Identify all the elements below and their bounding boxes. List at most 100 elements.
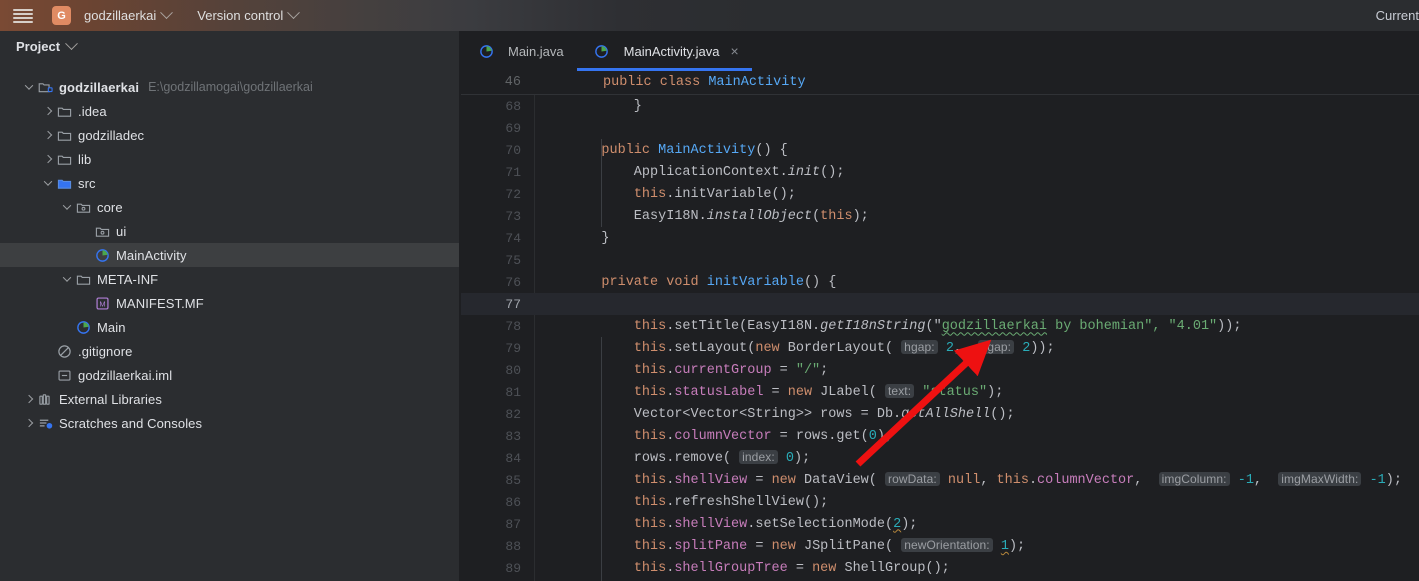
java-class-icon — [593, 44, 611, 59]
parameter-hint: vgap: — [978, 340, 1015, 354]
chevron-down-icon[interactable] — [22, 75, 36, 99]
chevron-down-icon[interactable] — [60, 267, 74, 291]
code-token: = — [771, 362, 796, 378]
code-line[interactable]: 69 — [461, 117, 1419, 139]
code-line[interactable]: 68 } — [461, 95, 1419, 117]
code-line[interactable]: 86 this.refreshShellView(); — [461, 491, 1419, 513]
tree-item-godzillaerkai[interactable]: godzillaerkai E:\godzillamogai\godzillaer… — [0, 75, 459, 99]
chevron-down-icon[interactable] — [65, 37, 78, 51]
code-line[interactable]: 83 this.columnVector = rows.get(0); — [461, 425, 1419, 447]
code-line[interactable]: 74 } — [461, 227, 1419, 249]
code-token: () { — [755, 142, 788, 158]
tree-item-lib[interactable]: lib — [0, 147, 459, 171]
folder-icon — [55, 128, 73, 143]
code-token: , — [1134, 473, 1159, 488]
project-panel-header[interactable]: Project — [0, 31, 459, 62]
code-token: } — [569, 98, 642, 114]
tree-item-label: .idea — [78, 103, 107, 119]
code-token: ); — [987, 385, 1004, 400]
code-token: this — [633, 516, 667, 532]
project-tree: godzillaerkai E:\godzillamogai\godzillaer… — [0, 75, 459, 435]
code-line[interactable]: 89 this.shellGroupTree = new ShellGroup(… — [461, 557, 1419, 579]
code-line[interactable]: 81 this.statusLabel = new JLabel( text: … — [461, 381, 1419, 403]
tree-item-scratches-and-consoles[interactable]: Scratches and Consoles — [0, 411, 459, 435]
code-token: 0 — [785, 451, 794, 466]
chevron-down-icon[interactable] — [41, 171, 55, 195]
tree-arrow-placeholder — [41, 339, 55, 363]
code-line[interactable]: 87 this.shellView.setSelectionMode(2); — [461, 513, 1419, 535]
code-token: (" — [925, 318, 942, 334]
chevron-down-icon[interactable] — [60, 195, 74, 219]
hamburger-menu-icon[interactable] — [13, 8, 33, 23]
code-token: this — [633, 186, 667, 202]
code-token: public — [601, 142, 659, 158]
code-text: public MainActivity() { — [535, 142, 788, 158]
code-token: statusLabel — [674, 385, 764, 400]
tree-item-manifest-mf[interactable]: M MANIFEST.MF — [0, 291, 459, 315]
code-line[interactable]: 73 EasyI18N.installObject(this); — [461, 205, 1419, 227]
code-line[interactable]: 88 this.splitPane = new JSplitPane( newO… — [461, 535, 1419, 557]
code-line[interactable]: 84 rows.remove( index: 0); — [461, 447, 1419, 469]
code-line[interactable]: 80 this.currentGroup = "/"; — [461, 359, 1419, 381]
chevron-right-icon[interactable] — [41, 147, 55, 171]
chevron-right-icon[interactable] — [41, 123, 55, 147]
tree-item-idea[interactable]: .idea — [0, 99, 459, 123]
code-text: this.columnVector = rows.get(0); — [535, 429, 893, 444]
tree-item-core[interactable]: core — [0, 195, 459, 219]
code-line[interactable]: 79 this.setLayout(new BorderLayout( hgap… — [461, 337, 1419, 359]
gitignore-icon — [55, 344, 73, 359]
java-class-icon — [477, 44, 495, 59]
tree-arrow-placeholder — [79, 243, 93, 267]
editor-tab-mainactivity-java[interactable]: MainActivity.java × — [576, 31, 752, 71]
title-bar: G godzillaerkai Version control Current — [0, 0, 1419, 31]
editor-tab-main-java[interactable]: Main.java — [461, 31, 577, 71]
code-token: this — [633, 318, 667, 334]
code-line[interactable]: 76 private void initVariable() { — [461, 271, 1419, 293]
code-token: this — [633, 385, 667, 400]
code-token: "/" — [795, 362, 821, 378]
tree-item-main[interactable]: Main — [0, 315, 459, 339]
tree-item-label: Main — [97, 319, 126, 335]
tree-item-godzilladec[interactable]: godzilladec — [0, 123, 459, 147]
project-selector[interactable]: G godzillaerkai — [47, 4, 176, 27]
code-token: columnVector — [1037, 473, 1135, 488]
parameter-hint: index: — [739, 450, 778, 464]
code-line[interactable]: 82 Vector<Vector<String>> rows = Db.getA… — [461, 403, 1419, 425]
code-line[interactable]: 72 this.initVariable(); — [461, 183, 1419, 205]
tree-item-godzillaerkai-iml[interactable]: godzillaerkai.iml — [0, 363, 459, 387]
code-line[interactable]: 77 — [461, 293, 1419, 315]
code-token: new — [812, 560, 845, 576]
tree-item-external-libraries[interactable]: External Libraries — [0, 387, 459, 411]
line-number: 87 — [505, 516, 521, 532]
tree-item-src[interactable]: src — [0, 171, 459, 195]
tree-item-mainactivity[interactable]: MainActivity — [0, 243, 459, 267]
code-token: ); — [901, 516, 918, 532]
code-line[interactable]: 78 this.setTitle(EasyI18N.getI18nString(… — [461, 315, 1419, 337]
code-line[interactable]: 85 this. shellView = new DataView( rowDat… — [461, 469, 1419, 491]
tree-arrow-placeholder — [60, 315, 74, 339]
code-token: this — [633, 473, 667, 488]
line-number: 84 — [505, 450, 521, 466]
code-line[interactable]: 75 — [461, 249, 1419, 271]
chevron-right-icon[interactable] — [22, 411, 36, 435]
tree-item-meta-inf[interactable]: META-INF — [0, 267, 459, 291]
code-token: new — [755, 341, 788, 356]
chevron-right-icon[interactable] — [22, 387, 36, 411]
run-configuration-widget[interactable]: Current — [1376, 0, 1419, 31]
code-line[interactable]: 71 ApplicationContext.init(); — [461, 161, 1419, 183]
line-number: 80 — [505, 362, 521, 378]
chevron-right-icon[interactable] — [41, 99, 55, 123]
line-number: 81 — [505, 384, 521, 400]
close-icon[interactable]: × — [730, 44, 738, 58]
line-number: 83 — [505, 428, 521, 444]
code-line[interactable]: 70 public MainActivity() { — [461, 139, 1419, 161]
version-control-widget[interactable]: Version control — [192, 4, 303, 27]
code-viewport[interactable]: 68 } 69 70 public MainActivity() {71 Appli… — [461, 95, 1419, 581]
tree-item-label: ui — [116, 223, 127, 239]
tree-item-gitignore[interactable]: .gitignore — [0, 339, 459, 363]
code-token: ); — [876, 428, 894, 444]
code-token: , — [980, 473, 997, 488]
tree-item-ui[interactable]: ui — [0, 219, 459, 243]
code-lines: 68 } 69 70 public MainActivity() {71 Appli… — [461, 95, 1419, 579]
